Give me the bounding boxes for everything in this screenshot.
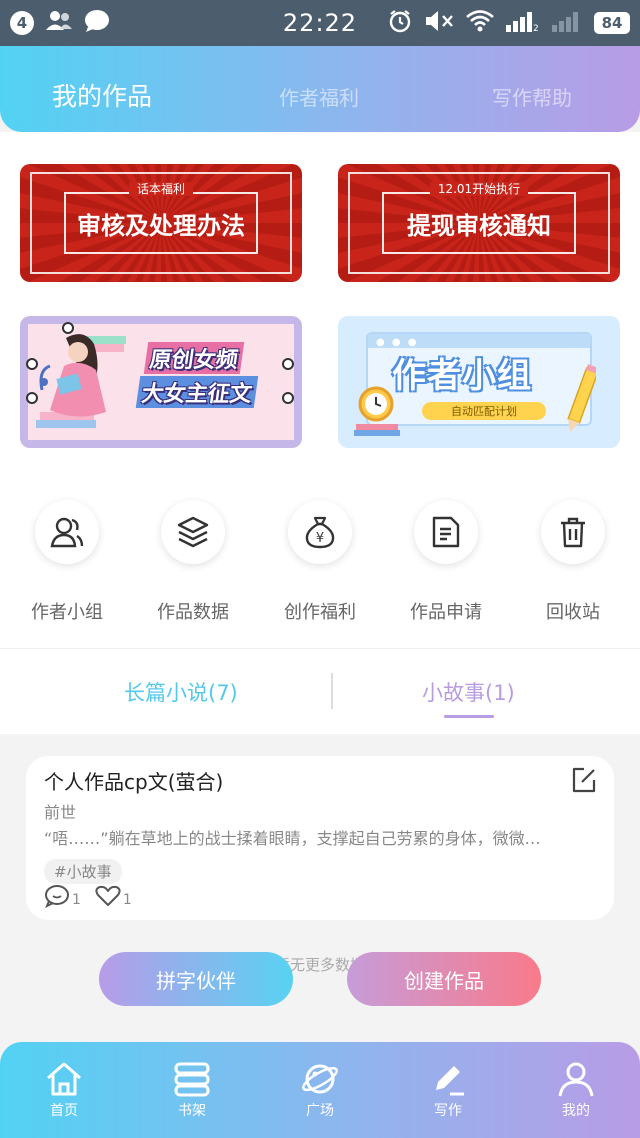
heart-icon bbox=[95, 885, 121, 906]
tab-short-stories[interactable]: 小故事(1) bbox=[422, 677, 515, 707]
nav-square[interactable]: 广场 bbox=[280, 1060, 360, 1120]
trash-icon bbox=[561, 517, 585, 548]
banner-small-label: 12.01开始执行 bbox=[429, 182, 529, 196]
comment-icon bbox=[45, 885, 69, 908]
selection-handle bbox=[62, 322, 74, 334]
signal-secondary-icon bbox=[552, 10, 582, 36]
quick-work-application[interactable]: 作品申请 bbox=[391, 500, 501, 624]
writing-partner-button[interactable]: 拼字伙伴 bbox=[99, 952, 293, 1006]
main-panel: 话本福利 审核及处理办法 12.01开始执行 提现审核通知 原创女频 大女主征文 bbox=[0, 132, 640, 734]
selection-handle bbox=[282, 358, 294, 370]
active-tab-indicator bbox=[444, 715, 494, 718]
home-icon bbox=[47, 1062, 81, 1096]
banner-small-label: 话本福利 bbox=[128, 182, 193, 196]
banner-female-contest[interactable]: 原创女频 大女主征文 bbox=[20, 316, 302, 448]
quick-label: 作品数据 bbox=[157, 602, 229, 623]
battery-indicator: 84 bbox=[594, 12, 630, 34]
bottom-nav: 首页 书架 广场 写作 我的 bbox=[0, 1042, 640, 1138]
create-work-button[interactable]: 创建作品 bbox=[347, 952, 541, 1006]
divider bbox=[331, 673, 333, 709]
notification-count-badge: 4 bbox=[10, 11, 34, 35]
window-dots-icon: ● ● ● bbox=[376, 337, 419, 348]
pencil-illustration bbox=[567, 364, 596, 433]
svg-text:¥: ¥ bbox=[316, 531, 324, 546]
selection-handle bbox=[26, 392, 38, 404]
signal-icon: 2 bbox=[506, 10, 540, 36]
selection-handle bbox=[282, 392, 294, 404]
header: 我的作品 作者福利 写作帮助 bbox=[0, 46, 640, 132]
no-more-data-text: 暂无更多数据 bbox=[274, 956, 365, 974]
banner-title: 作者小组 bbox=[392, 356, 532, 396]
users-icon bbox=[50, 517, 84, 548]
chat-icon bbox=[84, 9, 110, 37]
contacts-icon bbox=[46, 10, 72, 36]
comment-count: 1 bbox=[72, 892, 81, 908]
layers-icon bbox=[177, 516, 209, 548]
status-bar: 4 22:22 2 84 bbox=[0, 0, 640, 46]
story-title: 个人作品cp文(萤合) bbox=[44, 770, 224, 794]
quick-author-group[interactable]: 作者小组 bbox=[12, 500, 122, 624]
nav-label: 首页 bbox=[50, 1103, 78, 1119]
tab-writing-help[interactable]: 写作帮助 bbox=[492, 82, 572, 111]
banner-line1: 原创女频 bbox=[143, 342, 245, 374]
story-excerpt: “唔……”躺在草地上的战士揉着眼睛，支撑起自己劳累的身体，微微… bbox=[44, 829, 541, 848]
pen-icon bbox=[436, 1066, 464, 1096]
story-tabs: 长篇小说(7) 小故事(1) bbox=[0, 648, 640, 734]
quick-work-data[interactable]: 作品数据 bbox=[138, 500, 248, 624]
nav-label: 写作 bbox=[434, 1103, 462, 1119]
like-count: 1 bbox=[122, 892, 132, 908]
bookshelf-icon bbox=[174, 1062, 210, 1097]
banner-pill: 自动匹配计划 bbox=[422, 402, 546, 420]
quick-label: 创作福利 bbox=[284, 602, 356, 623]
money-bag-icon: ¥ bbox=[305, 516, 335, 549]
tab-long-novels[interactable]: 长篇小说(7) bbox=[124, 677, 238, 707]
banner-withdraw-notice[interactable]: 12.01开始执行 提现审核通知 bbox=[338, 164, 620, 282]
tab-author-benefits[interactable]: 作者福利 bbox=[279, 82, 359, 111]
document-icon bbox=[432, 516, 460, 548]
nav-profile[interactable]: 我的 bbox=[536, 1060, 616, 1120]
svg-text:2: 2 bbox=[533, 24, 539, 32]
quick-creation-benefits[interactable]: ¥ 创作福利 bbox=[265, 500, 375, 624]
banner-author-group[interactable]: ● ● ● 作者小组 自动匹配计划 bbox=[338, 316, 620, 448]
edit-icon[interactable] bbox=[570, 766, 598, 798]
quick-label: 回收站 bbox=[546, 602, 600, 623]
quick-actions: 作者小组 作品数据 ¥ 创作福利 作品申请 回收站 bbox=[0, 500, 640, 630]
banner-title: 提现审核通知 bbox=[382, 192, 576, 254]
reading-girl-illustration bbox=[36, 334, 126, 428]
wifi-icon bbox=[466, 10, 494, 36]
banner-line2: 大女主征文 bbox=[135, 376, 259, 408]
like-stat[interactable]: 1 bbox=[95, 884, 132, 908]
profile-icon bbox=[558, 1062, 594, 1097]
nav-label: 书架 bbox=[178, 1103, 206, 1119]
nav-label: 我的 bbox=[562, 1103, 590, 1119]
nav-home[interactable]: 首页 bbox=[24, 1060, 104, 1120]
selection-handle bbox=[26, 358, 38, 370]
story-subtitle: 前世 bbox=[44, 803, 77, 822]
alarm-icon bbox=[388, 9, 412, 37]
comment-stat[interactable]: 1 bbox=[44, 884, 81, 908]
planet-icon bbox=[302, 1064, 338, 1094]
tab-my-works[interactable]: 我的作品 bbox=[52, 77, 152, 113]
quick-label: 作品申请 bbox=[410, 602, 482, 623]
mute-icon bbox=[424, 10, 454, 36]
quick-recycle-bin[interactable]: 回收站 bbox=[518, 500, 628, 624]
nav-write[interactable]: 写作 bbox=[408, 1060, 488, 1120]
nav-bookshelf[interactable]: 书架 bbox=[152, 1060, 232, 1120]
nav-label: 广场 bbox=[306, 1103, 334, 1119]
banner-title: 审核及处理办法 bbox=[64, 192, 258, 254]
quick-label: 作者小组 bbox=[31, 602, 103, 623]
story-card[interactable]: 个人作品cp文(萤合) 前世 “唔……”躺在草地上的战士揉着眼睛，支撑起自己劳累… bbox=[26, 756, 614, 920]
banner-review-policy[interactable]: 话本福利 审核及处理办法 bbox=[20, 164, 302, 282]
story-tag[interactable]: #小故事 bbox=[44, 859, 122, 884]
